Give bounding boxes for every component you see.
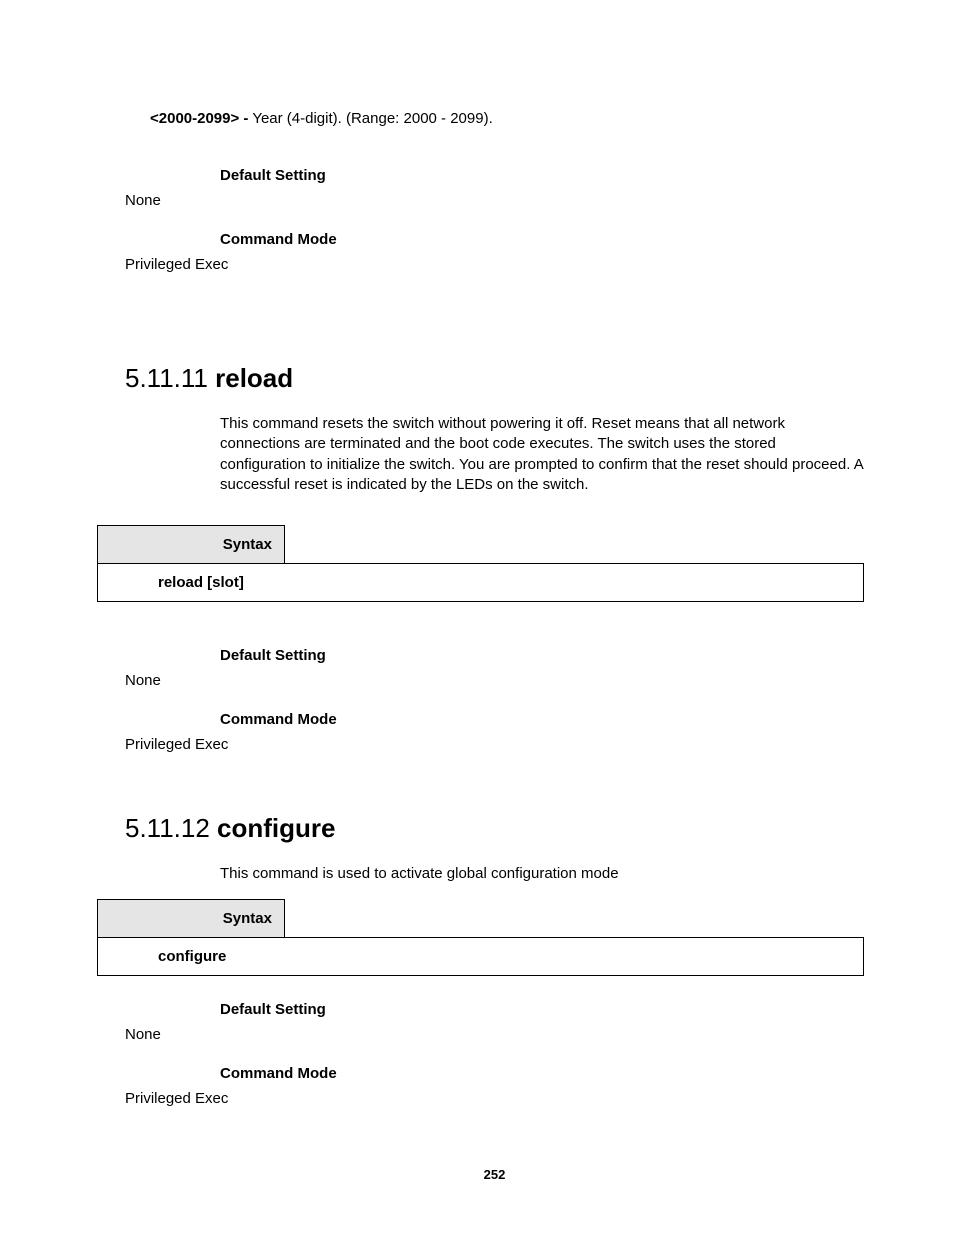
syntax-table-configure: Syntax configure — [97, 899, 864, 976]
default-setting-value: None — [125, 192, 864, 209]
command-mode-value: Privileged Exec — [125, 256, 864, 273]
command-mode-value: Privileged Exec — [125, 736, 864, 753]
default-setting-label: Default Setting — [220, 647, 864, 664]
syntax-table-reload: Syntax reload [slot] — [97, 525, 864, 602]
syntax-header-cell: Syntax — [98, 900, 285, 938]
section-number: 5.11.11 — [125, 363, 215, 393]
section-number: 5.11.12 — [125, 813, 217, 843]
section-description: This command resets the switch without p… — [220, 414, 864, 495]
command-mode-value: Privileged Exec — [125, 1090, 864, 1107]
command-mode-label: Command Mode — [220, 1065, 864, 1082]
table-row: configure — [98, 938, 864, 976]
default-setting-value: None — [125, 672, 864, 689]
section-description: This command is used to activate global … — [220, 864, 864, 884]
table-row: Syntax — [98, 900, 864, 938]
param-desc: Year (4-digit). (Range: 2000 - 2099). — [248, 110, 492, 127]
empty-cell — [285, 900, 864, 938]
table-row: Syntax — [98, 526, 864, 564]
default-setting-label: Default Setting — [220, 167, 864, 184]
empty-cell — [285, 526, 864, 564]
section-heading-reload: 5.11.11 reload — [125, 363, 864, 394]
document-page: <2000-2099> - Year (4-digit). (Range: 20… — [0, 0, 954, 1242]
command-mode-label: Command Mode — [220, 711, 864, 728]
param-name: <2000-2099> - — [150, 110, 248, 127]
syntax-command-cell: reload [slot] — [98, 564, 864, 602]
default-setting-value: None — [125, 1026, 864, 1043]
syntax-header-cell: Syntax — [98, 526, 285, 564]
section-title: reload — [215, 363, 293, 393]
syntax-command-cell: configure — [98, 938, 864, 976]
page-number: 252 — [125, 1167, 864, 1182]
default-setting-label: Default Setting — [220, 1001, 864, 1018]
parameter-line: <2000-2099> - Year (4-digit). (Range: 20… — [125, 110, 864, 127]
section-heading-configure: 5.11.12 configure — [125, 813, 864, 844]
table-row: reload [slot] — [98, 564, 864, 602]
section-title: configure — [217, 813, 335, 843]
command-mode-label: Command Mode — [220, 231, 864, 248]
